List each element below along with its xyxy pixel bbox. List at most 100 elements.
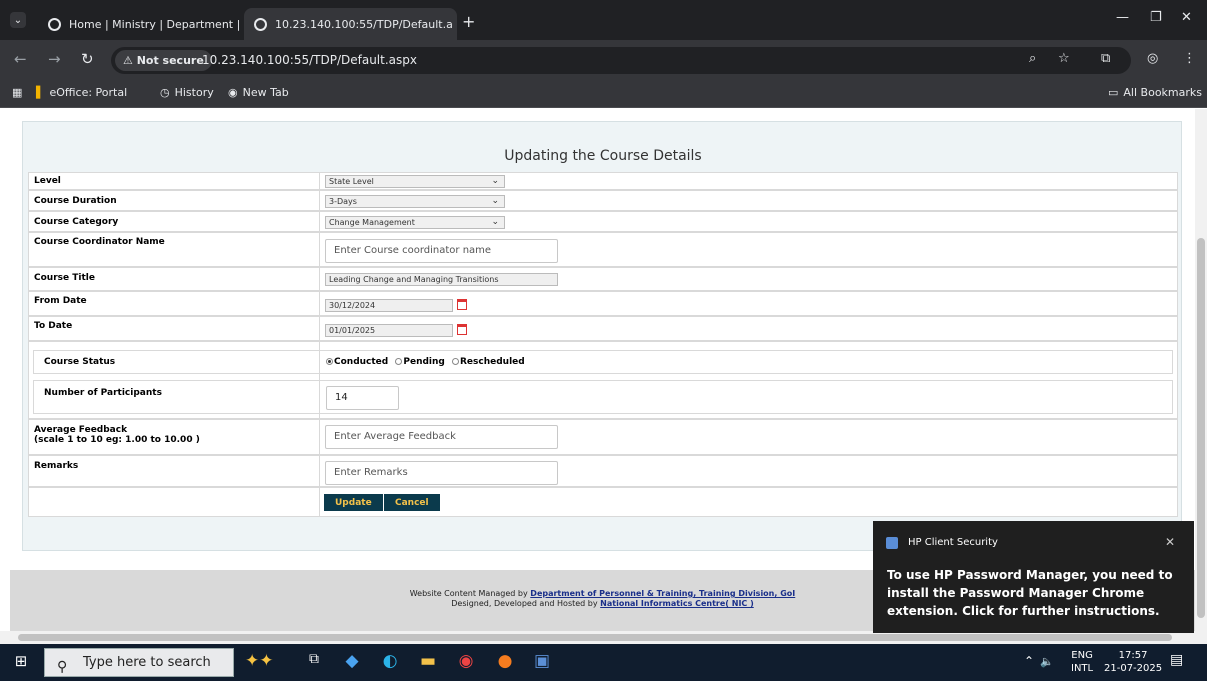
menu-icon[interactable]: ⋮ [1183, 51, 1196, 66]
radio-conducted[interactable] [326, 358, 333, 365]
dopt-link[interactable]: Department of Personnel & Training, Trai… [530, 589, 795, 598]
search-placeholder: Type here to search [83, 655, 211, 670]
clock[interactable]: 17:57 21-07-2025 [1104, 649, 1162, 675]
remarks-input[interactable]: Enter Remarks [325, 461, 558, 485]
task-view-icon[interactable]: ⧉ [302, 651, 326, 667]
history-icon: ◷ [160, 86, 170, 99]
lang-2: INTL [1071, 663, 1094, 674]
from-date-field[interactable]: 30/12/2024 [325, 299, 453, 312]
cancel-button[interactable]: Cancel [384, 494, 440, 511]
tab-close-icon[interactable]: × [240, 17, 243, 31]
tab-search-icon[interactable]: ⌄ [10, 12, 26, 28]
level-value: State Level [329, 177, 374, 186]
to-date-field[interactable]: 01/01/2025 [325, 324, 453, 337]
radio-rescheduled[interactable] [452, 358, 459, 365]
divider [319, 191, 320, 210]
horizontal-scroll-thumb[interactable] [18, 634, 1172, 641]
row-course-title: Course Title Leading Change and Managing… [28, 267, 1178, 291]
new-tab-button[interactable]: + [462, 12, 475, 31]
course-title-field[interactable]: Leading Change and Managing Transitions [325, 273, 558, 286]
duration-label: Course Duration [34, 196, 117, 206]
language-indicator[interactable]: ENG INTL [1071, 649, 1093, 675]
windows-start-icon[interactable]: ⊞ [9, 652, 33, 670]
row-category: Course Category Change Management ⌄ [28, 211, 1178, 232]
update-button[interactable]: Update [324, 494, 383, 511]
level-label: Level [34, 176, 61, 186]
hp-security-toast[interactable]: HP Client Security ✕ To use HP Password … [873, 521, 1194, 633]
edge-icon[interactable]: ◐ [378, 651, 402, 671]
globe-icon: ◉ [228, 86, 238, 99]
divider [319, 456, 320, 486]
footer-prefix: Designed, Developed and Hosted by [451, 599, 598, 608]
row-level: Level State Level ⌄ [28, 172, 1178, 190]
date: 21-07-2025 [1104, 663, 1163, 674]
calendar-icon[interactable] [457, 324, 467, 335]
category-select[interactable]: Change Management ⌄ [325, 216, 505, 229]
duration-select[interactable]: 3-Days ⌄ [325, 195, 505, 208]
window-close-icon[interactable]: ✕ [1181, 10, 1192, 25]
row-status-participants: Course Status Conducted Pending Reschedu… [28, 341, 1178, 419]
tray-chevron-icon[interactable]: ⌃ [1024, 655, 1034, 668]
row-feedback: Average Feedback (scale 1 to 10 eg: 1.00… [28, 419, 1178, 455]
reload-icon[interactable]: ↻ [81, 50, 94, 68]
taskbar-search[interactable]: ⚲ Type here to search [44, 648, 234, 677]
toast-message: To use HP Password Manager, you need to … [887, 568, 1173, 618]
nic-link[interactable]: National Informatics Centre( NIC ) [600, 599, 754, 608]
radio-label: Pending [403, 357, 445, 367]
toast-close-icon[interactable]: ✕ [1165, 535, 1175, 549]
divider [319, 268, 320, 290]
row-from-date: From Date 30/12/2024 [28, 291, 1178, 316]
participants-box: Number of Participants 14 [33, 380, 1173, 414]
back-icon[interactable]: ← [14, 50, 27, 68]
chrome-icon[interactable]: ◉ [454, 651, 478, 671]
apps-icon[interactable]: ▦ [12, 86, 22, 99]
profile-icon[interactable]: ◎ [1147, 51, 1158, 66]
calendar-icon[interactable] [457, 299, 467, 310]
level-select[interactable]: State Level ⌄ [325, 175, 505, 188]
coordinator-label: Course Coordinator Name [34, 237, 165, 247]
tab-title: 10.23.140.100:55/TDP/Default.a [275, 17, 453, 31]
course-form: Updating the Course Details Level State … [22, 121, 1182, 551]
star-icon[interactable]: ☆ [1058, 51, 1070, 66]
divider [319, 420, 320, 454]
file-explorer-icon[interactable]: ▬ [416, 651, 440, 671]
category-value: Change Management [329, 218, 415, 227]
feedback-input[interactable]: Enter Average Feedback [325, 425, 558, 449]
coordinator-input[interactable]: Enter Course coordinator name [325, 239, 558, 263]
time: 17:57 [1118, 650, 1148, 661]
globe-icon [48, 17, 61, 31]
search-icon: ⚲ [57, 659, 68, 675]
participants-input[interactable]: 14 [326, 386, 399, 410]
bookmark-flag-icon: ▌ [36, 86, 45, 99]
firefox-icon[interactable]: ● [493, 651, 517, 671]
browser-tab-bar: ⌄ Home | Ministry | Department | × 10.23… [0, 0, 1207, 40]
not-secure-chip[interactable]: ⚠ Not secure [115, 50, 212, 71]
shield-icon [886, 537, 898, 549]
from-date-label: From Date [34, 296, 87, 306]
zoom-icon[interactable]: ⌕ [1029, 51, 1036, 66]
speaker-icon[interactable]: 🔈 [1040, 655, 1054, 668]
all-bookmarks-label: All Bookmarks [1123, 86, 1202, 99]
forward-icon[interactable]: → [48, 50, 61, 68]
app-icon[interactable]: ◆ [340, 651, 364, 671]
all-bookmarks[interactable]: ▭ All Bookmarks [1108, 86, 1202, 99]
notification-icon[interactable]: ▤ [1170, 653, 1183, 667]
vertical-scroll-thumb[interactable] [1197, 238, 1205, 618]
bookmark-new-tab[interactable]: ◉ New Tab [228, 86, 289, 99]
url-text[interactable]: 10.23.140.100:55/TDP/Default.aspx [202, 53, 417, 67]
extensions-icon[interactable]: ⧉ [1101, 51, 1110, 66]
radio-label: Conducted [334, 357, 389, 367]
bookmark-history[interactable]: ◷ History [160, 86, 214, 99]
minimize-icon[interactable]: — [1116, 10, 1129, 25]
copilot-sparkle-icon[interactable]: ✦✦ [245, 651, 274, 671]
globe-icon [254, 17, 267, 31]
word-icon[interactable]: ▣ [530, 651, 554, 671]
participants-label: Number of Participants [44, 388, 162, 398]
tab-home-ministry[interactable]: Home | Ministry | Department | × [38, 8, 243, 40]
radio-pending[interactable] [395, 358, 403, 365]
bookmark-eoffice[interactable]: ▌ eOffice: Portal [36, 86, 127, 99]
tab-close-icon[interactable]: × [453, 17, 457, 31]
tab-tdp-default[interactable]: 10.23.140.100:55/TDP/Default.a × [244, 8, 457, 40]
status-radio-group: Conducted Pending Rescheduled [326, 357, 525, 367]
restore-icon[interactable]: ❐ [1150, 10, 1162, 25]
